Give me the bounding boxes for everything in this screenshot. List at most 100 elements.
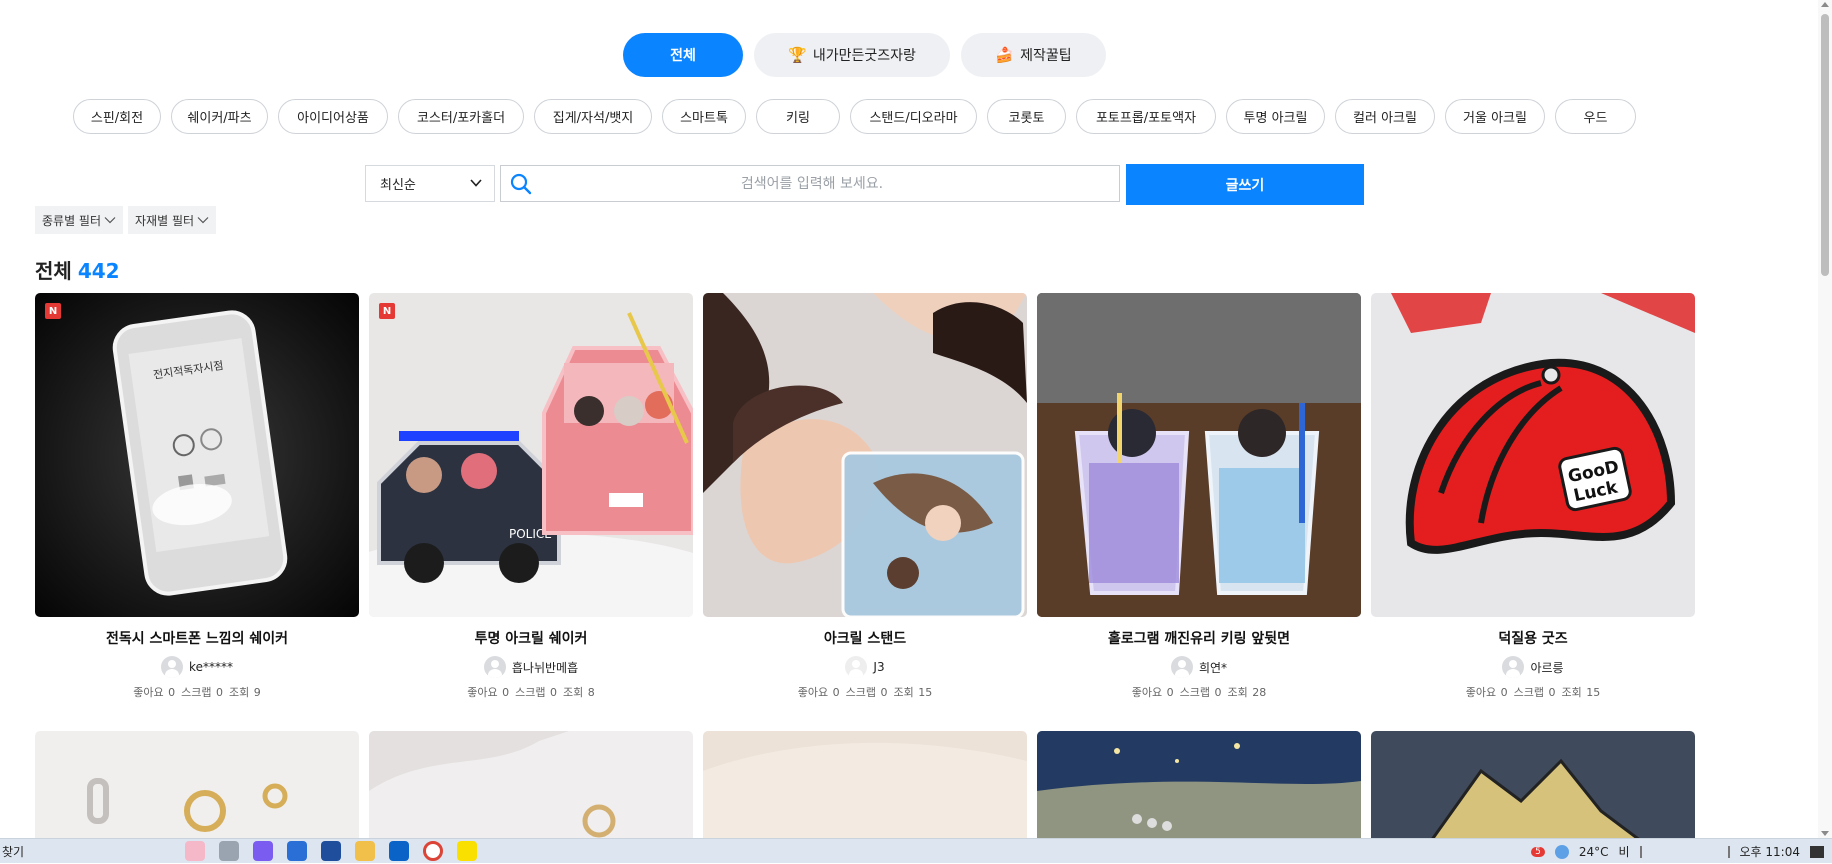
avatar [1170, 656, 1193, 678]
search-icon[interactable] [509, 172, 533, 196]
post-author[interactable]: J3 [703, 656, 1027, 678]
tray-icons[interactable] [1639, 845, 1730, 858]
store-icon[interactable] [287, 841, 307, 861]
scraps-count: 스크랩 0 [1179, 686, 1222, 699]
section-heading: 전체 442 [35, 255, 120, 284]
scroll-up-icon[interactable] [1821, 2, 1829, 7]
post-card[interactable]: 아크릴 스탠드 J3 좋아요 0 스크랩 0 조회 15 [703, 293, 1027, 700]
denim-keyring-image [1371, 731, 1695, 841]
subcategory-item[interactable]: 스마트톡 [662, 99, 746, 134]
author-name: 흡나뉘반메흡 [511, 660, 579, 675]
page-scrollbar[interactable] [1818, 0, 1832, 838]
weather-temperature[interactable]: 24°C [1579, 845, 1609, 859]
author-name: ke***** [189, 660, 233, 674]
notification-icon[interactable] [1810, 845, 1824, 858]
post-title[interactable]: 아크릴 스탠드 [703, 628, 1027, 648]
sort-select[interactable]: 최신순 [365, 165, 495, 202]
post-author[interactable]: 흡나뉘반메흡 [369, 656, 693, 678]
car-shaker-image: POLICE [369, 293, 693, 617]
author-name: J3 [873, 660, 885, 674]
post-title[interactable]: 덕질용 굿즈 [1371, 628, 1695, 648]
subcategory-item[interactable]: 스핀/회전 [73, 99, 161, 134]
search-input[interactable] [533, 166, 1119, 201]
weather-condition[interactable]: 비 [1618, 843, 1629, 860]
post-title[interactable]: 전독시 스마트폰 느낌의 쉐이커 [35, 628, 359, 648]
post-card[interactable]: POLICE N 투명 아크릴 쉐이커 흡나뉘반메흡 좋아요 0 스크랩 0 조회 … [369, 293, 693, 700]
post-author[interactable]: 희연* [1037, 656, 1361, 678]
post-stats: 좋아요 0 스크랩 0 조회 15 [1371, 684, 1695, 700]
avatar [845, 656, 868, 678]
write-button[interactable]: 글쓰기 [1126, 164, 1364, 205]
chevron-down-icon [470, 179, 482, 187]
likes-count: 좋아요 0 [1465, 686, 1508, 699]
scroll-thumb[interactable] [1821, 14, 1829, 276]
top-tabs: 전체 🏆 내가만든굿즈자랑 🍰 제작꿀팁 [623, 33, 1106, 77]
chrome-icon[interactable] [423, 841, 443, 861]
post-card-partial[interactable] [703, 731, 1027, 841]
tab-all[interactable]: 전체 [623, 33, 743, 77]
hologram-keyring-image [1037, 293, 1361, 617]
app-icon[interactable] [321, 841, 341, 861]
post-stats: 좋아요 0 스크랩 0 조회 28 [1037, 684, 1361, 700]
subcategory-item[interactable]: 거울 아크릴 [1445, 99, 1545, 134]
likes-count: 좋아요 0 [467, 686, 510, 699]
chevron-down-icon [197, 217, 209, 224]
scraps-count: 스크랩 0 [515, 686, 557, 699]
new-badge: N [379, 303, 395, 319]
subcategory-item[interactable]: 스탠드/디오라마 [850, 99, 977, 134]
kakaotalk-icon[interactable] [457, 841, 477, 861]
post-card[interactable]: 전지적독자시점 N 전독시 스마트폰 느낌의 쉐이커 ke***** 좋아요 0… [35, 293, 359, 700]
material-filter[interactable]: 자재별 필터 [128, 206, 217, 234]
subcategory-item[interactable]: 코스터/포카홀더 [398, 99, 524, 134]
views-count: 조회 8 [562, 686, 595, 699]
material-filter-label: 자재별 필터 [135, 213, 195, 228]
type-filter[interactable]: 종류별 필터 [35, 206, 124, 234]
subcategory-item[interactable]: 키링 [756, 99, 840, 134]
post-card-partial[interactable] [1371, 731, 1695, 841]
subcategory-item[interactable]: 포토프롭/포토액자 [1076, 99, 1216, 134]
post-card[interactable]: GooD Luck 덕질용 굿즈 아르릉 좋아요 0 스크랩 0 조회 15 [1371, 293, 1695, 700]
tab-my-goods[interactable]: 🏆 내가만든굿즈자랑 [754, 33, 950, 77]
subcategory-item[interactable]: 투명 아크릴 [1226, 99, 1325, 134]
tab-tips[interactable]: 🍰 제작꿀팁 [961, 33, 1106, 77]
post-card-partial[interactable] [35, 731, 359, 841]
new-badge: N [45, 303, 61, 319]
subcategory-item[interactable]: 집게/자석/뱃지 [534, 99, 652, 134]
sort-select-value: 최신순 [380, 178, 416, 193]
post-author[interactable]: 아르릉 [1371, 656, 1695, 678]
subcategory-item[interactable]: 코롯토 [987, 99, 1066, 134]
avatar [483, 656, 506, 678]
views-count: 조회 15 [893, 686, 933, 699]
copilot-icon[interactable] [253, 841, 273, 861]
post-thumbnail[interactable] [1037, 293, 1361, 617]
flower-widget-icon[interactable] [185, 841, 205, 861]
phone-shaker-image: 전지적독자시점 [35, 293, 359, 617]
subcategory-item[interactable]: 우드 [1555, 99, 1636, 134]
post-thumbnail[interactable]: POLICE N [369, 293, 693, 617]
post-card[interactable]: 홀로그램 깨진유리 키링 앞뒷면 희연* 좋아요 0 스크랩 0 조회 28 [1037, 293, 1361, 700]
file-explorer-icon[interactable] [355, 841, 375, 861]
fluffy-image [703, 731, 1027, 841]
search-box [500, 165, 1120, 202]
post-author[interactable]: ke***** [35, 656, 359, 678]
clock[interactable]: 오후 11:04 [1740, 846, 1800, 858]
cake-icon: 🍰 [995, 46, 1015, 64]
views-count: 조회 15 [1561, 686, 1601, 699]
post-card-partial[interactable] [369, 731, 693, 841]
subcategory-item[interactable]: 아이디어상품 [278, 99, 388, 134]
post-thumbnail[interactable]: 전지적독자시점 N [35, 293, 359, 617]
post-card-partial[interactable] [1037, 731, 1361, 841]
weather-icon[interactable] [1554, 844, 1569, 859]
post-thumbnail[interactable] [703, 293, 1027, 617]
subcategory-item[interactable]: 컬러 아크릴 [1335, 99, 1435, 134]
post-title[interactable]: 홀로그램 깨진유리 키링 앞뒷면 [1037, 628, 1361, 648]
notification-badge[interactable]: 5 [1531, 846, 1545, 857]
post-title[interactable]: 투명 아크릴 쉐이커 [369, 628, 693, 648]
scroll-down-icon[interactable] [1821, 831, 1829, 836]
post-thumbnail[interactable]: GooD Luck [1371, 293, 1695, 617]
subcategory-item[interactable]: 쉐이커/파츠 [171, 99, 268, 134]
fabric-image [369, 731, 693, 841]
likes-count: 좋아요 0 [133, 686, 176, 699]
task-view-icon[interactable] [219, 841, 239, 861]
outlook-icon[interactable] [389, 841, 409, 861]
